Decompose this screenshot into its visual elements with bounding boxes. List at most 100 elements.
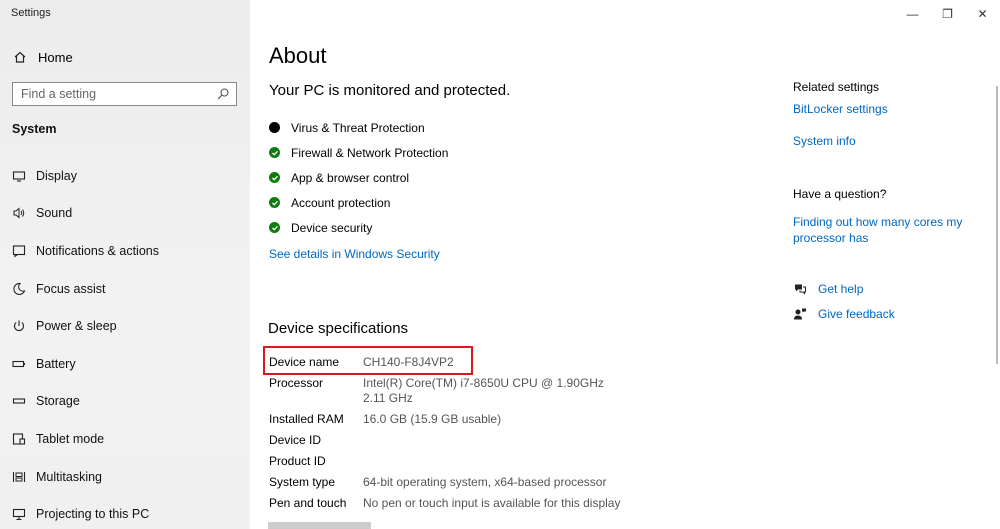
spec-value: 16.0 GB (15.9 GB usable) (363, 412, 502, 426)
sidebar-item-label: Sound (36, 206, 73, 221)
storage-icon (12, 394, 26, 408)
battery-icon (12, 357, 26, 371)
projector-icon (12, 507, 26, 521)
chat-help-icon (793, 282, 807, 296)
sidebar-item-tablet-mode[interactable]: Tablet mode (0, 420, 250, 458)
get-help-label: Get help (818, 282, 864, 296)
give-feedback-label: Give feedback (818, 307, 895, 321)
feedback-person-icon (793, 307, 807, 321)
spec-value: 64-bit operating system, x64-based proce… (363, 475, 607, 489)
moon-icon (12, 282, 26, 296)
bitlocker-settings-link[interactable]: BitLocker settings (793, 102, 888, 116)
spec-key: System type (269, 475, 336, 489)
close-button[interactable]: ✕ (965, 0, 1000, 28)
restore-icon: ❐ (942, 7, 953, 21)
spec-key: Pen and touch (269, 496, 347, 510)
spec-row-processor: Processor Intel(R) Core(TM) i7-8650U CPU… (269, 373, 629, 409)
sidebar-item-multitasking[interactable]: Multitasking (0, 458, 250, 496)
search-input[interactable] (13, 87, 203, 101)
display-icon (12, 169, 26, 183)
search-box[interactable] (12, 82, 237, 106)
give-feedback-link[interactable]: Give feedback (793, 307, 895, 321)
spec-row-product-id: Product ID (269, 451, 629, 472)
minimize-button[interactable]: — (895, 0, 930, 28)
page-title: About (269, 43, 327, 68)
protection-item-device-security: Device security (269, 215, 448, 240)
spec-row-installed-ram: Installed RAM 16.0 GB (15.9 GB usable) (269, 409, 629, 430)
protection-item-virus: Virus & Threat Protection (269, 115, 448, 140)
protection-item-label: Firewall & Network Protection (291, 145, 449, 160)
sidebar-item-label: Battery (36, 356, 76, 371)
sidebar-item-label: Focus assist (36, 281, 106, 296)
app-title: Settings (11, 7, 51, 19)
sidebar-item-power-sleep[interactable]: Power & sleep (0, 307, 250, 345)
home-icon (12, 49, 28, 65)
multitasking-icon (12, 470, 26, 484)
get-help-link[interactable]: Get help (793, 282, 863, 296)
sidebar-item-sound[interactable]: Sound (0, 195, 250, 233)
sidebar-item-label: Multitasking (36, 469, 102, 484)
spec-row-system-type: System type 64-bit operating system, x64… (269, 472, 629, 493)
sidebar-item-label: Notifications & actions (36, 243, 159, 258)
scrollbar[interactable] (996, 86, 998, 364)
protection-status-title: Your PC is monitored and protected. (269, 82, 511, 99)
spec-key: Device ID (269, 433, 322, 447)
speaker-icon (12, 206, 26, 220)
check-circle-icon (269, 197, 280, 208)
minimize-icon: — (906, 7, 919, 21)
check-circle-icon (269, 172, 280, 183)
spec-value (363, 433, 623, 448)
specs-table: Device name CH140-F8J4VP2 Processor Inte… (269, 352, 629, 514)
spec-value (363, 454, 623, 469)
notification-icon (12, 244, 26, 258)
spec-value: Intel(R) Core(TM) i7-8650U CPU @ 1.90GHz… (363, 376, 614, 405)
status-dot-icon (269, 122, 280, 133)
sidebar-nav: Display Sound Notifications & actions Fo… (0, 157, 250, 529)
spec-row-device-id: Device ID (269, 430, 629, 451)
check-circle-icon (269, 147, 280, 158)
sidebar-item-label: Storage (36, 394, 80, 409)
sidebar-item-notifications[interactable]: Notifications & actions (0, 232, 250, 270)
sidebar-item-battery[interactable]: Battery (0, 345, 250, 383)
device-specifications-title: Device specifications (268, 320, 409, 337)
spec-key: Product ID (269, 454, 326, 468)
section-label-system: System (12, 122, 57, 136)
protection-item-app-browser: App & browser control (269, 165, 448, 190)
sidebar-item-focus-assist[interactable]: Focus assist (0, 270, 250, 308)
protection-item-label: Device security (291, 220, 373, 235)
check-circle-icon (269, 222, 280, 233)
sidebar-item-label: Projecting to this PC (36, 507, 150, 522)
protection-item-label: App & browser control (291, 170, 410, 185)
power-icon (12, 319, 26, 333)
window-controls: — ❐ ✕ (895, 0, 1000, 28)
spec-key: Processor (269, 376, 324, 390)
home-label: Home (38, 49, 73, 65)
tablet-icon (12, 432, 26, 446)
spec-value: No pen or touch input is available for t… (363, 496, 621, 510)
related-settings-title: Related settings (793, 80, 880, 94)
copy-button[interactable] (268, 522, 371, 529)
sidebar-item-label: Tablet mode (36, 431, 105, 446)
system-info-link[interactable]: System info (793, 134, 856, 148)
sidebar-item-label: Power & sleep (36, 319, 117, 334)
protection-list: Virus & Threat Protection Firewall & Net… (269, 115, 448, 240)
cores-help-link[interactable]: Finding out how many cores my processor … (793, 214, 973, 246)
have-a-question-title: Have a question? (793, 187, 887, 201)
restore-button[interactable]: ❐ (930, 0, 965, 28)
device-name-highlight-box (263, 346, 473, 375)
sidebar: Settings Home System Display Sound Notif… (0, 0, 250, 529)
protection-item-label: Virus & Threat Protection (291, 120, 425, 135)
spec-row-pen-touch: Pen and touch No pen or touch input is a… (269, 493, 629, 514)
protection-item-firewall: Firewall & Network Protection (269, 140, 448, 165)
spec-key: Installed RAM (269, 412, 344, 426)
close-icon: ✕ (977, 7, 988, 21)
sidebar-item-display[interactable]: Display (0, 157, 250, 195)
search-icon[interactable] (216, 87, 230, 101)
see-details-link[interactable]: See details in Windows Security (269, 247, 440, 261)
protection-item-label: Account protection (291, 195, 391, 210)
home-nav-item[interactable]: Home (12, 48, 73, 66)
sidebar-item-projecting[interactable]: Projecting to this PC (0, 495, 250, 529)
protection-item-account: Account protection (269, 190, 448, 215)
sidebar-item-storage[interactable]: Storage (0, 383, 250, 421)
sidebar-item-label: Display (36, 168, 77, 183)
